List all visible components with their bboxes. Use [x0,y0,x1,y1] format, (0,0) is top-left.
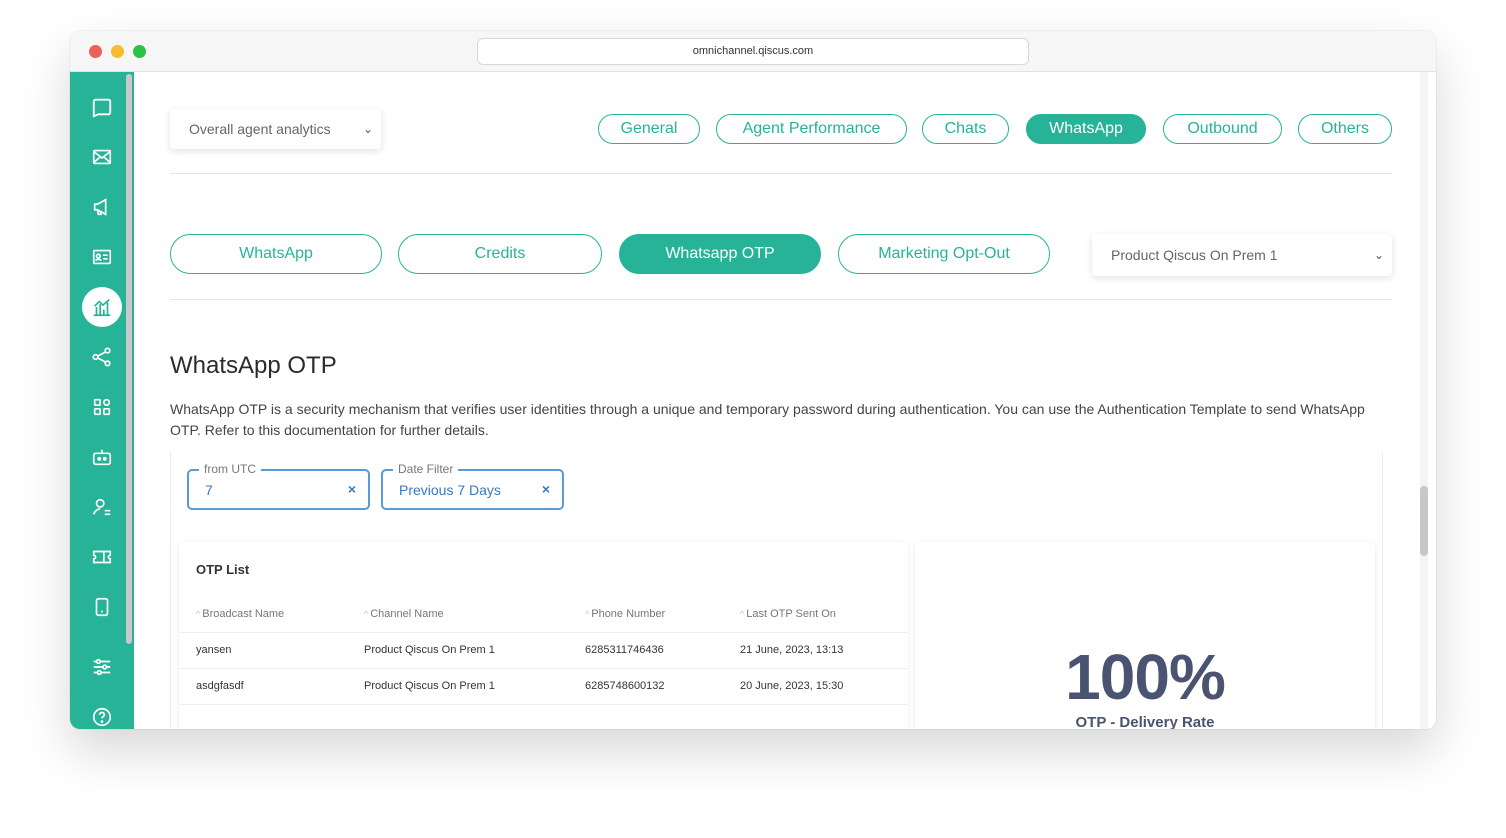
channel-select[interactable]: Product Qiscus On Prem 1 ⌄ [1092,234,1392,276]
sort-icon: ^ [585,609,590,619]
integration-icon[interactable] [82,337,122,377]
browser-titlebar: omnichannel.qiscus.com [70,31,1436,72]
otp-list-card: OTP List ^ Broadcast Name ^ Channel Name ^… [179,542,908,729]
utc-clear-icon[interactable]: × [348,481,356,497]
tab-others[interactable]: Others [1298,114,1392,144]
analytics-type-value: Overall agent analytics [189,121,331,137]
sort-icon: ^ [364,609,369,619]
otp-panel: from UTC 7 × Date Filter Previous 7 Days… [170,452,1383,729]
subtab-whatsapp-otp[interactable]: Whatsapp OTP [619,234,821,274]
sidebar [70,72,134,729]
cell-broadcast-name: asdgfasdf [196,680,244,692]
cell-last-otp-sent-on: 21 June, 2023, 13:13 [740,644,844,656]
sort-icon: ^ [196,609,201,619]
page-description: WhatsApp OTP is a security mechanism tha… [170,401,1365,438]
column-header-last-otp-sent-on[interactable]: ^ Last OTP Sent On [740,608,836,620]
sidebar-scrollbar[interactable] [126,74,132,644]
column-header-broadcast-name[interactable]: ^ Broadcast Name [196,608,284,620]
utc-filter-field[interactable]: from UTC 7 × [187,462,370,510]
maximize-window-button[interactable] [133,45,146,58]
browser-window: omnichannel.qiscus.com Overall agent ana… [70,31,1436,729]
analytics-type-select[interactable]: Overall agent analytics ⌄ [170,109,381,149]
tab-agent-performance[interactable]: Agent Performance [716,114,907,144]
date-clear-icon[interactable]: × [542,481,550,497]
tab-whatsapp[interactable]: WhatsApp [1026,114,1146,144]
header-divider [170,173,1392,174]
date-filter-value: Previous 7 Days [399,482,501,498]
subtab-whatsapp[interactable]: WhatsApp [170,234,382,274]
mobile-icon[interactable] [82,587,122,627]
cell-channel-name: Product Qiscus On Prem 1 [364,680,495,692]
bot-icon[interactable] [82,437,122,477]
row-divider [179,704,908,705]
main-scrollbar-track [1420,72,1428,729]
cell-channel-name: Product Qiscus On Prem 1 [364,644,495,656]
delivery-rate-value: 100% [1065,641,1226,713]
minimize-window-button[interactable] [111,45,124,58]
address-bar[interactable]: omnichannel.qiscus.com [477,38,1029,65]
tab-outbound[interactable]: Outbound [1163,114,1282,144]
sort-icon: ^ [740,609,745,619]
ticket-icon[interactable] [82,537,122,577]
settings-sliders-icon[interactable] [82,647,122,687]
delivery-rate-label: OTP - Delivery Rate [1075,714,1215,729]
cell-broadcast-name: yansen [196,644,232,656]
utc-filter-value: 7 [205,482,213,498]
row-divider [179,668,908,669]
help-icon[interactable] [82,697,122,729]
close-window-button[interactable] [89,45,102,58]
otp-list-title: OTP List [196,562,250,577]
agent-icon[interactable] [82,487,122,527]
mail-icon[interactable] [82,137,122,177]
cell-phone-number: 6285311746436 [585,644,664,656]
column-header-channel-name[interactable]: ^ Channel Name [364,608,444,620]
utc-filter-label: from UTC [199,462,261,476]
megaphone-icon[interactable] [82,187,122,227]
apps-grid-icon[interactable] [82,387,122,427]
subtab-marketing-opt-out[interactable]: Marketing Opt-Out [838,234,1050,274]
contact-card-icon[interactable] [82,237,122,277]
chevron-down-icon: ⌄ [362,122,373,136]
column-header-phone-number[interactable]: ^ Phone Number [585,608,665,620]
main-scrollbar-thumb[interactable] [1420,486,1428,556]
tab-chats[interactable]: Chats [922,114,1009,144]
chevron-down-icon: ⌄ [1373,248,1384,262]
subtab-credits[interactable]: Credits [398,234,602,274]
subtab-divider [170,299,1392,300]
chat-icon[interactable] [82,87,122,127]
page-title: WhatsApp OTP [170,352,337,379]
date-filter-field[interactable]: Date Filter Previous 7 Days × [381,462,564,510]
cell-last-otp-sent-on: 20 June, 2023, 15:30 [740,680,844,692]
table-header-divider [179,632,908,633]
delivery-rate-card: 100% OTP - Delivery Rate [915,542,1375,729]
date-filter-label: Date Filter [393,462,459,476]
tab-general[interactable]: General [598,114,700,144]
cell-phone-number: 6285748600132 [585,680,665,692]
analytics-icon[interactable] [82,287,122,327]
channel-select-value: Product Qiscus On Prem 1 [1111,247,1278,263]
main-content: Overall agent analytics ⌄ General Agent … [134,72,1436,729]
